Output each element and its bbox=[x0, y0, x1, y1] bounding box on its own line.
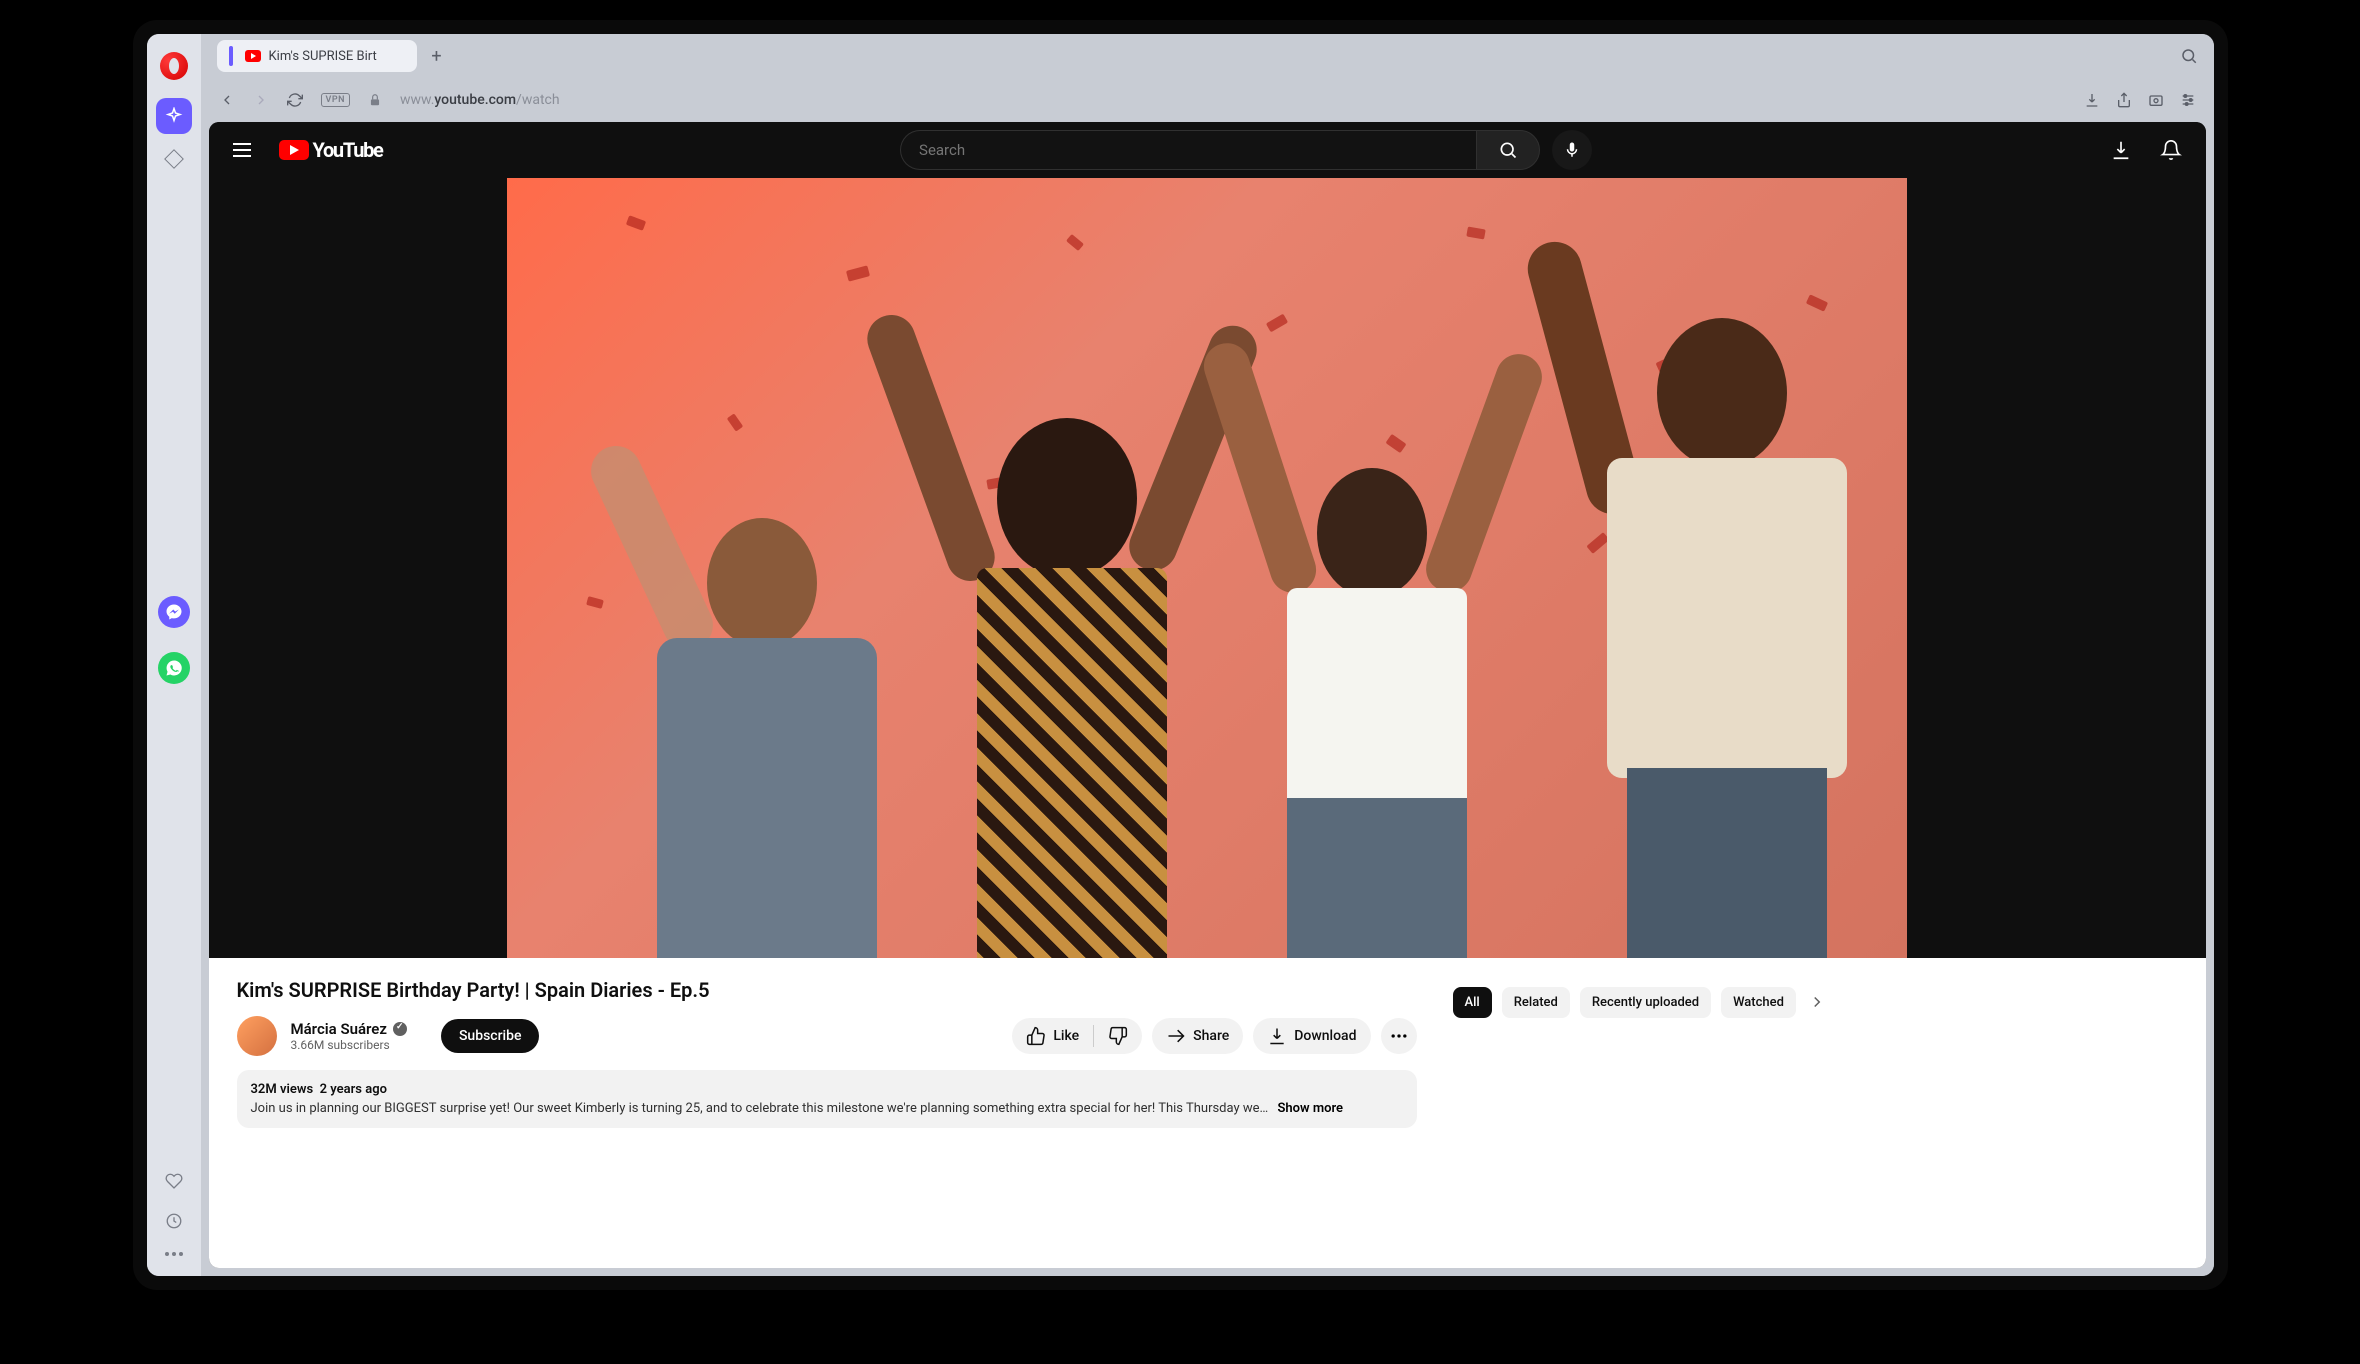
video-info: Kim's SURPRISE Birthday Party! | Spain D… bbox=[237, 978, 1417, 1248]
tab-active-indicator bbox=[229, 46, 233, 66]
video-player[interactable] bbox=[507, 178, 1907, 958]
video-actions: Like Share bbox=[1012, 1018, 1416, 1054]
easy-setup-icon[interactable] bbox=[2180, 92, 2196, 108]
video-person bbox=[1227, 338, 1517, 958]
sidebar-whatsapp-icon[interactable] bbox=[158, 652, 190, 684]
screenshot-icon[interactable] bbox=[2148, 92, 2164, 108]
download-arrow-icon bbox=[1267, 1026, 1287, 1046]
channel-row: Márcia Suárez 3.66M subscribers Subscrib… bbox=[237, 1016, 1417, 1056]
video-person bbox=[597, 378, 907, 958]
share-button[interactable]: Share bbox=[1152, 1018, 1243, 1054]
chip-related[interactable]: Related bbox=[1502, 987, 1570, 1018]
addr-right-controls bbox=[2084, 92, 2196, 108]
search-input[interactable] bbox=[900, 130, 1476, 170]
dislike-button[interactable] bbox=[1094, 1018, 1142, 1054]
url-path: /watch bbox=[516, 92, 560, 108]
create-icon[interactable] bbox=[2110, 139, 2132, 161]
reload-icon[interactable] bbox=[287, 92, 303, 108]
youtube-favicon-icon bbox=[245, 50, 261, 62]
youtube-logo-icon bbox=[279, 140, 309, 160]
nav-controls: VPN bbox=[219, 92, 383, 108]
sidebar-bottom-group bbox=[165, 1172, 183, 1256]
screen: Kim's SUPRISE Birt + VPN www.youtube.com… bbox=[147, 34, 2214, 1276]
tab-search-icon[interactable] bbox=[2180, 47, 2198, 65]
opera-logo-icon[interactable] bbox=[160, 52, 188, 80]
youtube-logo-text: YouTube bbox=[313, 138, 383, 162]
heart-icon[interactable] bbox=[165, 1172, 183, 1190]
below-video: Kim's SURPRISE Birthday Party! | Spain D… bbox=[209, 958, 2206, 1268]
forward-icon[interactable] bbox=[253, 92, 269, 108]
video-title: Kim's SURPRISE Birthday Party! | Spain D… bbox=[237, 978, 1417, 1002]
video-container bbox=[209, 178, 2206, 958]
channel-avatar[interactable] bbox=[237, 1016, 277, 1056]
thumbs-down-icon bbox=[1108, 1026, 1128, 1046]
lock-icon[interactable] bbox=[368, 93, 382, 107]
chevron-right-icon bbox=[1808, 993, 1826, 1011]
tab-title: Kim's SUPRISE Birt bbox=[269, 49, 377, 64]
chip-watched[interactable]: Watched bbox=[1721, 987, 1796, 1018]
chips-next-button[interactable] bbox=[1808, 993, 1826, 1011]
download-icon[interactable] bbox=[2084, 92, 2100, 108]
video-person bbox=[1527, 238, 1857, 958]
url-prefix: www. bbox=[400, 92, 434, 108]
search-icon bbox=[1498, 140, 1518, 160]
related-chips: All Related Recently uploaded Watched bbox=[1453, 984, 1826, 1020]
description-text: Join us in planning our BIGGEST surprise… bbox=[251, 1101, 1269, 1116]
download-button[interactable]: Download bbox=[1253, 1018, 1370, 1054]
sidebar-messenger-icon[interactable] bbox=[158, 596, 190, 628]
opera-sidebar bbox=[147, 34, 201, 1276]
like-dislike-group: Like bbox=[1012, 1018, 1142, 1054]
voice-search-button[interactable] bbox=[1552, 130, 1592, 170]
subscribe-button[interactable]: Subscribe bbox=[441, 1019, 540, 1053]
browser-tab[interactable]: Kim's SUPRISE Birt bbox=[217, 40, 417, 72]
chip-recent[interactable]: Recently uploaded bbox=[1580, 987, 1711, 1018]
page-content: YouTube bbox=[209, 122, 2206, 1268]
vpn-badge[interactable]: VPN bbox=[321, 93, 351, 107]
browser-main: Kim's SUPRISE Birt + VPN www.youtube.com… bbox=[201, 34, 2214, 1276]
sidebar-ai-button[interactable] bbox=[156, 98, 192, 134]
address-bar: VPN www.youtube.com/watch bbox=[201, 78, 2214, 122]
channel-name[interactable]: Márcia Suárez bbox=[291, 1020, 407, 1038]
hamburger-menu-icon[interactable] bbox=[233, 143, 251, 157]
channel-text: Márcia Suárez 3.66M subscribers bbox=[291, 1020, 407, 1052]
video-person bbox=[907, 298, 1217, 958]
chip-all[interactable]: All bbox=[1453, 987, 1492, 1018]
url-domain: youtube.com bbox=[434, 92, 516, 108]
search-wrap bbox=[411, 130, 2082, 170]
search-form bbox=[900, 130, 1540, 170]
sidebar-speed-dial-icon[interactable] bbox=[164, 149, 184, 169]
history-icon[interactable] bbox=[165, 1212, 183, 1230]
more-icon[interactable] bbox=[165, 1252, 183, 1256]
new-tab-button[interactable]: + bbox=[425, 44, 449, 68]
youtube-logo[interactable]: YouTube bbox=[279, 138, 383, 162]
more-horizontal-icon bbox=[1389, 1026, 1409, 1046]
share-icon[interactable] bbox=[2116, 92, 2132, 108]
description-meta: 32M views 2 years ago bbox=[251, 1082, 1403, 1097]
tab-bar: Kim's SUPRISE Birt + bbox=[201, 34, 2214, 78]
verified-icon bbox=[393, 1022, 407, 1036]
description-box[interactable]: 32M views 2 years ago Join us in plannin… bbox=[237, 1070, 1417, 1128]
back-icon[interactable] bbox=[219, 92, 235, 108]
share-arrow-icon bbox=[1166, 1026, 1186, 1046]
more-actions-button[interactable] bbox=[1381, 1018, 1417, 1054]
notifications-icon[interactable] bbox=[2160, 139, 2182, 161]
youtube-header: YouTube bbox=[209, 122, 2206, 178]
search-button[interactable] bbox=[1476, 130, 1540, 170]
url-display[interactable]: www.youtube.com/watch bbox=[400, 92, 560, 108]
youtube-header-right bbox=[2110, 139, 2182, 161]
thumbs-up-icon bbox=[1026, 1026, 1046, 1046]
subscriber-count: 3.66M subscribers bbox=[291, 1038, 407, 1052]
show-more-button[interactable]: Show more bbox=[1277, 1101, 1343, 1116]
like-button[interactable]: Like bbox=[1012, 1018, 1093, 1054]
laptop-frame: Kim's SUPRISE Birt + VPN www.youtube.com… bbox=[133, 20, 2228, 1290]
microphone-icon bbox=[1563, 141, 1581, 159]
